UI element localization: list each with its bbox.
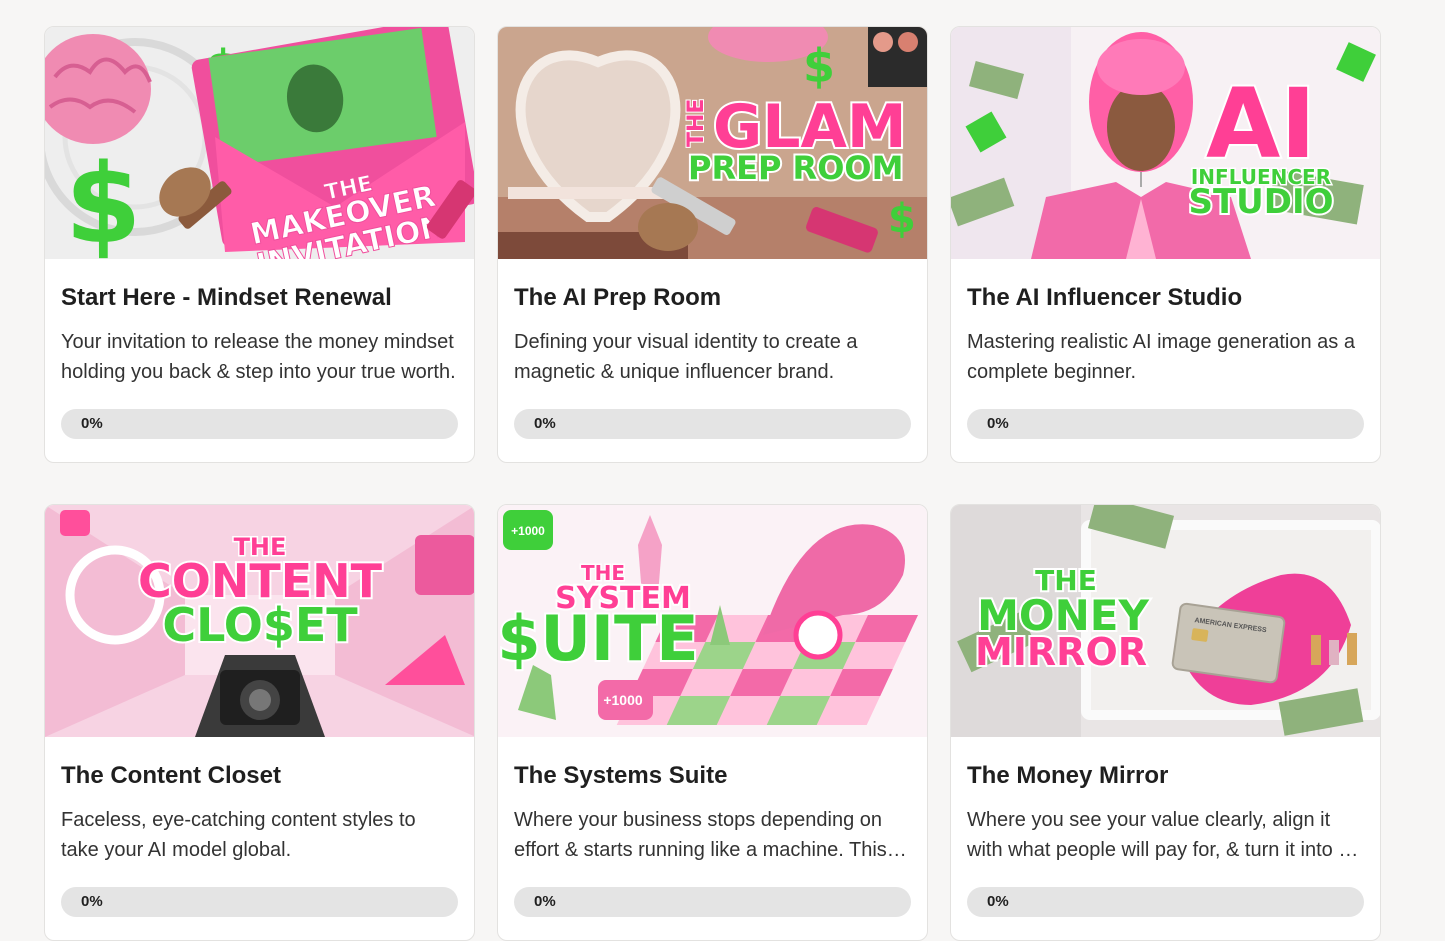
course-description: Faceless, eye-catching content styles to… [61, 809, 416, 861]
progress-label: 0% [534, 415, 556, 432]
svg-text:PREP ROOM: PREP ROOM [688, 149, 903, 187]
thumbnail-text: AI INFLUENCER STUDIO [1186, 66, 1335, 224]
system-suite-image: +1000 +1000 THE SYSTEM $UITE [498, 505, 927, 737]
progress-bar: 0% [61, 409, 458, 439]
content-closet-image: THE CONTENT CLO$ET [45, 505, 474, 737]
progress-bar: 0% [514, 887, 911, 917]
course-thumbnail[interactable]: +1000 +1000 THE SYSTEM $UITE [498, 505, 927, 737]
course-title[interactable]: The AI Influencer Studio [967, 283, 1364, 313]
course-card-ai-influencer-studio[interactable]: AI INFLUENCER STUDIO The AI Influencer S… [950, 26, 1381, 463]
course-description: Where your business stops depending on e… [514, 809, 907, 861]
course-thumbnail[interactable]: THE CONTENT CLO$ET [45, 505, 474, 737]
course-thumbnail[interactable]: $ THE GLAM PREP ROOM $ [498, 27, 927, 259]
course-card-mindset-renewal[interactable]: $ $ THE MAKEOVER INVITATION Start Here -… [44, 26, 475, 463]
svg-text:$: $ [888, 196, 916, 242]
course-card-systems-suite[interactable]: +1000 +1000 THE SYSTEM $UITE The Systems… [497, 504, 928, 941]
svg-text:+1000: +1000 [511, 524, 545, 538]
progress-bar: 0% [514, 409, 911, 439]
progress-bar: 0% [967, 409, 1364, 439]
course-description: Where you see your value clearly, align … [967, 809, 1361, 861]
course-title[interactable]: The Money Mirror [967, 761, 1364, 791]
course-title[interactable]: The Content Closet [61, 761, 458, 791]
progress-label: 0% [987, 415, 1009, 432]
svg-text:$UITE: $UITE [498, 602, 699, 675]
progress-label: 0% [81, 893, 103, 910]
course-title[interactable]: Start Here - Mindset Renewal [61, 283, 458, 313]
course-card-content-closet[interactable]: THE CONTENT CLO$ET The Content Closet Fa… [44, 504, 475, 941]
svg-text:MIRROR: MIRROR [975, 630, 1147, 674]
svg-text:CLO$ET: CLO$ET [162, 598, 358, 652]
svg-text:AI: AI [1206, 68, 1316, 180]
ai-influencer-studio-image: AI INFLUENCER STUDIO [951, 27, 1380, 259]
progress-bar: 0% [967, 887, 1364, 917]
progress-bar: 0% [61, 887, 458, 917]
glam-prep-room-image: $ THE GLAM PREP ROOM $ [498, 27, 927, 259]
course-description: Your invitation to release the money min… [61, 331, 456, 383]
svg-text:STUDIO: STUDIO [1188, 182, 1333, 222]
course-thumbnail[interactable]: AMERICAN EXPRESS THE MONEY MIRROR [951, 505, 1380, 737]
course-thumbnail[interactable]: AI INFLUENCER STUDIO [951, 27, 1380, 259]
thumbnail-text: THE GLAM PREP ROOM [683, 90, 909, 189]
svg-text:THE: THE [684, 99, 709, 147]
money-mirror-image: AMERICAN EXPRESS THE MONEY MIRROR [951, 505, 1380, 737]
course-card-ai-prep-room[interactable]: $ THE GLAM PREP ROOM $ The AI Prep Room … [497, 26, 928, 463]
progress-label: 0% [534, 893, 556, 910]
course-title[interactable]: The AI Prep Room [514, 283, 911, 313]
makeover-invitation-image: $ $ THE MAKEOVER INVITATION [45, 27, 474, 259]
course-grid: $ $ THE MAKEOVER INVITATION Start Here -… [44, 26, 1383, 941]
dollar-icon: $ [803, 39, 835, 93]
course-description: Defining your visual identity to create … [514, 331, 858, 383]
follower-badge: +1000 [603, 692, 643, 708]
progress-label: 0% [987, 893, 1009, 910]
course-title[interactable]: The Systems Suite [514, 761, 911, 791]
progress-label: 0% [81, 415, 103, 432]
course-description: Mastering realistic AI image generation … [967, 331, 1355, 383]
dollar-icon: $ [65, 140, 142, 259]
course-card-money-mirror[interactable]: AMERICAN EXPRESS THE MONEY MIRROR The Mo… [950, 504, 1381, 941]
course-thumbnail[interactable]: $ $ THE MAKEOVER INVITATION [45, 27, 474, 259]
